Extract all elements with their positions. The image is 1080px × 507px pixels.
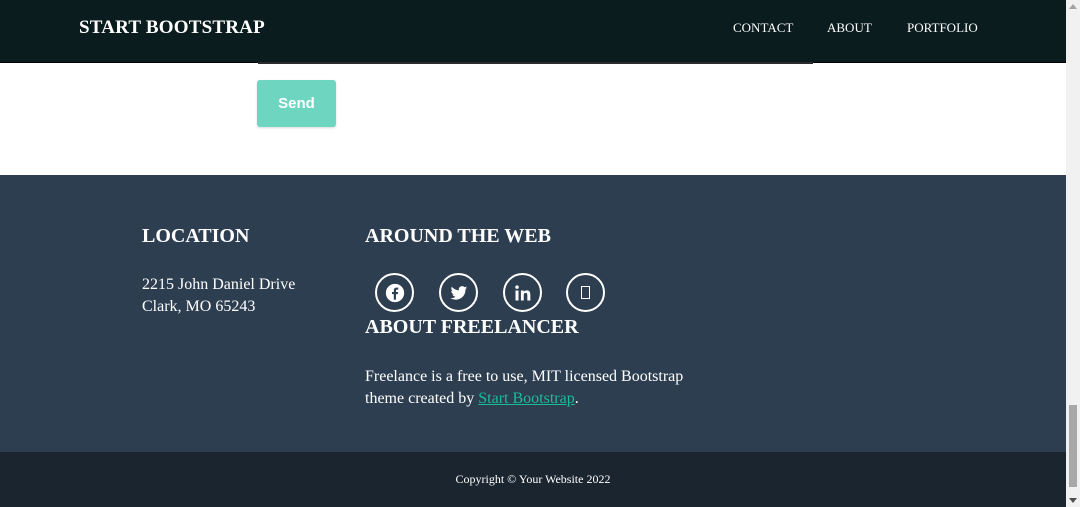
- footer: LOCATION 2215 John Daniel Drive Clark, M…: [0, 175, 1066, 452]
- navbar: START BOOTSTRAP CONTACT ABOUT PORTFOLIO: [0, 0, 1066, 63]
- about-text-after: .: [574, 390, 579, 407]
- copyright-text: Copyright © Your Website 2022: [455, 472, 611, 486]
- message-input-underline[interactable]: [258, 62, 813, 64]
- about-freelancer-text: Freelance is a free to use, MIT licensed…: [365, 366, 695, 410]
- copyright-bar: Copyright © Your Website 2022: [0, 452, 1066, 507]
- twitter-button[interactable]: [439, 273, 478, 312]
- nav-link-about[interactable]: ABOUT: [827, 20, 872, 36]
- linkedin-icon: [514, 284, 530, 300]
- send-button[interactable]: Send: [257, 80, 336, 127]
- dribbble-button[interactable]: [566, 273, 605, 312]
- facebook-icon: [385, 283, 404, 302]
- scroll-up-arrow-icon[interactable]: [1069, 4, 1077, 9]
- dribbble-icon: [581, 286, 590, 299]
- start-bootstrap-link[interactable]: Start Bootstrap: [478, 390, 574, 407]
- facebook-button[interactable]: [375, 273, 414, 312]
- location-address: 2215 John Daniel Drive Clark, MO 65243: [142, 274, 295, 318]
- about-freelancer-heading: ABOUT FREELANCER: [365, 316, 579, 338]
- linkedin-button[interactable]: [503, 273, 542, 312]
- scroll-down-arrow-icon[interactable]: [1069, 498, 1077, 503]
- vertical-scrollbar[interactable]: [1066, 0, 1080, 507]
- around-the-web-heading: AROUND THE WEB: [365, 225, 551, 247]
- navbar-brand[interactable]: START BOOTSTRAP: [79, 17, 265, 39]
- scroll-thumb[interactable]: [1069, 405, 1077, 487]
- nav-link-portfolio[interactable]: PORTFOLIO: [907, 20, 978, 36]
- nav-link-contact[interactable]: CONTACT: [733, 20, 793, 36]
- twitter-icon: [450, 285, 467, 300]
- address-line-1: 2215 John Daniel Drive: [142, 276, 296, 293]
- location-heading: LOCATION: [142, 225, 250, 247]
- address-line-2: Clark, MO 65243: [142, 298, 256, 315]
